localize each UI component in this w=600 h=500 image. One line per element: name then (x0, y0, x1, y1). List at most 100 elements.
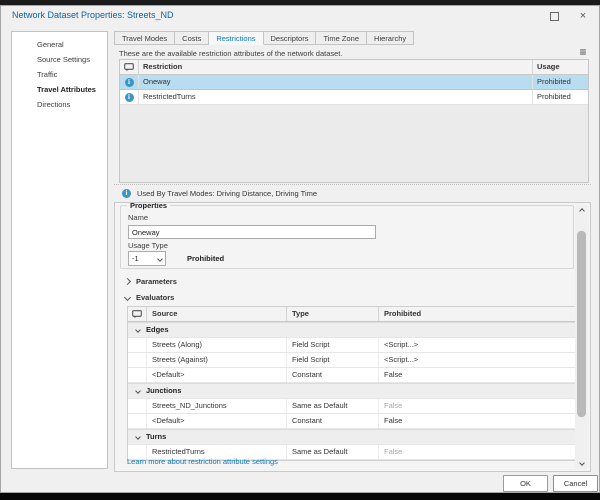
evaluator-source-cell: Streets (Along) (146, 338, 286, 352)
comment-icon (120, 60, 138, 74)
evaluator-value-cell: False (378, 414, 575, 428)
maximize-button[interactable] (545, 8, 563, 24)
chevron-up-icon (579, 208, 585, 214)
close-button[interactable]: × (574, 8, 592, 24)
ok-label: OK (520, 479, 531, 488)
group-name: Edges (146, 323, 169, 337)
tab-restrictions[interactable]: Restrictions (209, 31, 263, 45)
cell-icon (128, 414, 146, 428)
restrictions-table: Restriction Usage i OnewayProhibited i Rest… (119, 59, 589, 183)
column-header-restriction[interactable]: Restriction (138, 60, 532, 74)
evaluator-row[interactable]: Streets (Along)Field Script<Script...> (128, 338, 575, 353)
evaluator-value-cell: False (378, 368, 575, 382)
cell-icon: i (120, 90, 138, 104)
evaluator-source-cell: Streets (Against) (146, 353, 286, 367)
cell-icon (128, 399, 146, 413)
sidebar-item-directions[interactable]: Directions (12, 97, 107, 112)
tab-costs[interactable]: Costs (175, 31, 209, 45)
cell-icon (128, 338, 146, 352)
used-by-text: Used By Travel Modes: Driving Distance, … (137, 189, 317, 198)
usage-type-text: Prohibited (187, 254, 224, 263)
usage-type-dropdown[interactable]: -1 (128, 251, 166, 266)
properties-legend: Properties (127, 202, 170, 210)
restriction-name-cell: RestrictedTurns (138, 90, 532, 104)
maximize-icon (550, 12, 559, 21)
evaluator-row[interactable]: Streets (Against)Field Script<Script...> (128, 353, 575, 368)
evaluator-row[interactable]: Streets_ND_JunctionsSame as DefaultFalse (128, 399, 575, 414)
restriction-row[interactable]: i OnewayProhibited (120, 75, 588, 90)
restriction-usage-cell: Prohibited (532, 90, 588, 104)
column-header-type[interactable]: Type (286, 307, 378, 321)
group-name: Junctions (146, 384, 181, 398)
sidebar-item-travel-attributes[interactable]: Travel Attributes (12, 82, 107, 97)
column-header-prohibited[interactable]: Prohibited (378, 307, 575, 321)
screen: Network Dataset Properties: Streets_ND ×… (0, 0, 600, 500)
evaluator-group-row[interactable]: Turns (128, 429, 575, 445)
tab-descriptors[interactable]: Descriptors (264, 31, 317, 45)
chevron-down-icon (135, 388, 141, 394)
parameters-expander[interactable]: Parameters (125, 277, 177, 286)
cancel-button[interactable]: Cancel (553, 475, 598, 492)
info-icon: i (125, 78, 134, 87)
tab-time-zone[interactable]: Time Zone (316, 31, 367, 45)
hamburger-icon: ≡ (579, 45, 586, 59)
used-by-strip: i Used By Travel Modes: Driving Distance… (114, 184, 591, 201)
group-header: Edges (128, 323, 169, 337)
detail-panel-scrollbar[interactable] (575, 205, 588, 469)
sidebar-item-source-settings[interactable]: Source Settings (12, 52, 107, 67)
sidebar-item-traffic[interactable]: Traffic (12, 67, 107, 82)
chevron-down-icon (135, 327, 141, 333)
name-input[interactable] (128, 225, 376, 239)
evaluator-row[interactable]: <Default>ConstantFalse (128, 414, 575, 429)
column-header-source[interactable]: Source (146, 307, 286, 321)
usage-type-label: Usage Type (128, 241, 168, 250)
scrollbar-thumb[interactable] (577, 231, 586, 417)
restriction-detail-panel: Properties Name Usage Type -1 Prohibited… (114, 202, 591, 472)
evaluator-type-cell: Field Script (286, 338, 378, 352)
evaluators-expander[interactable]: Evaluators (125, 293, 174, 302)
restriction-name-cell: Oneway (138, 75, 532, 89)
column-header-usage[interactable]: Usage (532, 60, 588, 74)
tab-hierarchy[interactable]: Hierarchy (367, 31, 414, 45)
restrictions-table-header: Restriction Usage (120, 60, 588, 75)
close-icon: × (580, 11, 586, 22)
evaluator-group-row[interactable]: Junctions (128, 383, 575, 399)
sidebar: GeneralSource SettingsTrafficTravel Attr… (11, 31, 108, 469)
comment-icon (128, 307, 146, 321)
evaluator-group-row[interactable]: Edges (128, 322, 575, 338)
evaluator-source-cell: Streets_ND_Junctions (146, 399, 286, 413)
restriction-usage-cell: Prohibited (532, 75, 588, 89)
dialog-title: Network Dataset Properties: Streets_ND (12, 10, 174, 20)
group-name: Turns (146, 430, 166, 444)
table-menu-button[interactable]: ≡ (576, 45, 590, 59)
evaluator-type-cell: Field Script (286, 353, 378, 367)
tab-bar: Travel ModesCostsRestrictionsDescriptors… (114, 31, 414, 45)
name-label: Name (128, 213, 148, 222)
evaluator-value-cell: False (378, 399, 575, 413)
chevron-down-icon (579, 460, 585, 466)
evaluators-table-header: Source Type Prohibited (128, 307, 575, 322)
evaluator-type-cell: Constant (286, 414, 378, 428)
evaluator-row[interactable]: <Default>ConstantFalse (128, 368, 575, 383)
chevron-down-icon (124, 294, 131, 301)
chevron-down-icon (154, 257, 165, 261)
scroll-up-button[interactable] (575, 205, 588, 217)
evaluators-label: Evaluators (136, 293, 174, 302)
evaluator-source-cell: <Default> (146, 414, 286, 428)
info-icon: i (125, 93, 134, 102)
learn-more-link[interactable]: Learn more about restriction attribute s… (127, 457, 278, 466)
usage-type-value: -1 (129, 254, 154, 263)
tab-travel-modes[interactable]: Travel Modes (114, 31, 175, 45)
evaluator-type-cell: Same as Default (286, 445, 378, 459)
cell-icon (128, 353, 146, 367)
network-dataset-properties-dialog: Network Dataset Properties: Streets_ND ×… (0, 5, 600, 493)
group-header: Junctions (128, 384, 181, 398)
evaluator-type-cell: Constant (286, 368, 378, 382)
restriction-row[interactable]: i RestrictedTurnsProhibited (120, 90, 588, 105)
chevron-down-icon (135, 434, 141, 440)
scroll-down-button[interactable] (575, 457, 588, 469)
ok-button[interactable]: OK (503, 475, 548, 492)
evaluator-type-cell: Same as Default (286, 399, 378, 413)
parameters-label: Parameters (136, 277, 177, 286)
sidebar-item-general[interactable]: General (12, 37, 107, 52)
